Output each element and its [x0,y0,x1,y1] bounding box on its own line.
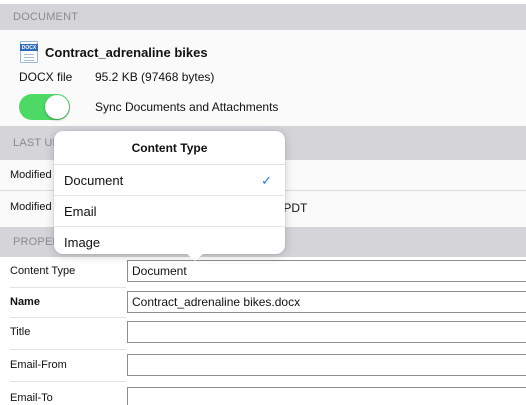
option-label: Document [64,172,124,188]
name-label: Name [10,296,40,308]
content-type-label: Content Type [10,265,76,277]
section-header-label: DOCUMENT [13,11,79,23]
file-size-label: 95.2 KB (97468 bytes) [95,70,215,84]
option-document[interactable]: Document ✓ [54,165,285,196]
option-label: Image [64,235,101,250]
checkmark-icon: ✓ [261,173,272,188]
sync-toggle-label: Sync Documents and Attachments [95,100,279,114]
popover-arrow [186,253,204,261]
property-row-content-type: Content Type Document [0,257,526,287]
email-to-label: Email-To [10,392,53,404]
title-field[interactable] [127,321,526,343]
modified-label: Modified [10,201,52,213]
popover-title: Content Type [54,131,285,165]
file-type-label: DOCX file [19,70,73,84]
property-row-title: Title [0,318,526,347]
email-from-field[interactable] [127,354,526,376]
document-title: Contract_adrenaline bikes [45,45,208,60]
option-email[interactable]: Email [54,196,285,227]
toggle-knob [45,95,69,119]
option-label: Email [64,203,97,219]
docx-file-icon: DOCX [20,41,38,63]
option-image[interactable]: Image [54,227,285,258]
content-type-popover: Content Type Document ✓ Email Image [54,131,285,261]
sync-toggle[interactable] [19,94,70,120]
property-row-name: Name Contract_adrenaline bikes.docx [0,288,526,317]
content-type-field[interactable]: Document [127,260,526,282]
property-row-email-from: Email-From [0,350,526,380]
modified-label: Modified [10,169,52,181]
section-header-document: DOCUMENT [0,4,526,30]
property-row-email-to: Email-To [0,382,526,405]
title-label: Title [10,326,31,338]
email-from-label: Email-From [10,359,67,371]
name-field[interactable]: Contract_adrenaline bikes.docx [127,291,526,313]
email-to-field[interactable] [127,387,526,405]
